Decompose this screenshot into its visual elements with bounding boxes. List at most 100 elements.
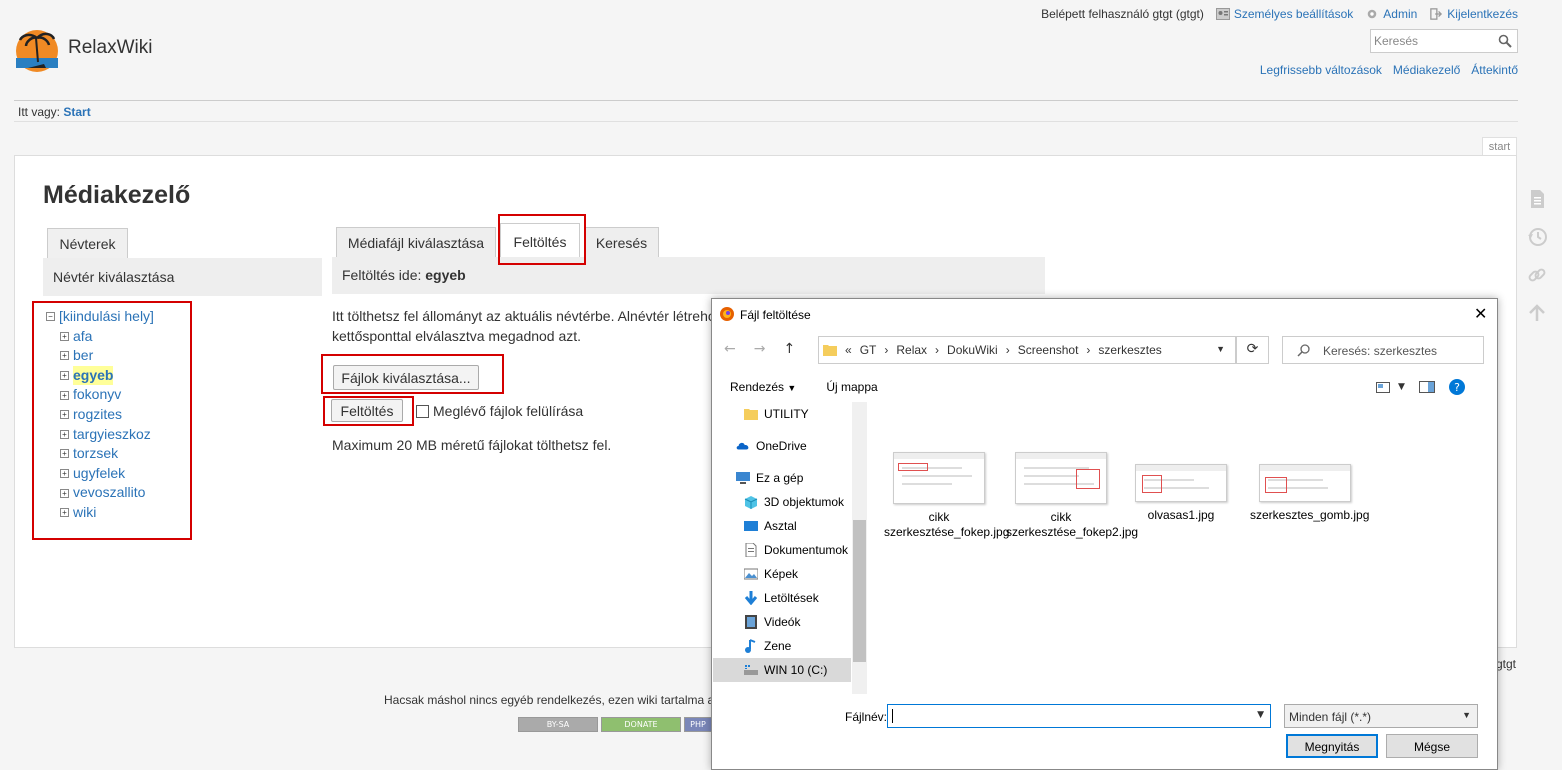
cube-icon [744,496,758,509]
nav-label: 3D objektumok [764,495,845,509]
path-segment-szerkesztes[interactable]: szerkesztes [1098,343,1161,357]
back-to-top-icon[interactable] [1526,302,1548,324]
php-badge[interactable]: PHP [684,717,712,732]
picture-icon [744,568,758,580]
cancel-button[interactable]: Mégse [1386,734,1478,758]
caret-down-icon[interactable]: ▼ [1398,382,1405,392]
dialog-title: Fájl feltöltése [740,308,811,322]
filename-input[interactable]: ▼ [887,704,1271,728]
backlinks-icon[interactable] [1526,264,1548,286]
filetype-select[interactable]: Minden fájl (*.*) ▼ [1284,704,1478,728]
site-logo-icon[interactable] [14,24,60,74]
path-segment-relax[interactable]: Relax [896,343,927,357]
nav-label: OneDrive [756,439,807,453]
breadcrumb-start-link[interactable]: Start [63,105,90,119]
organize-menu[interactable]: Rendezés ▼ [730,380,796,394]
up-arrow-icon[interactable]: ↑ [783,341,795,357]
breadcrumb-divider [14,121,1518,122]
site-title[interactable]: RelaxWiki [68,37,152,59]
nav-item-utility[interactable]: UTILITY [744,407,809,421]
search-placeholder: Keresés [1374,34,1419,48]
search-input[interactable]: Keresés [1370,29,1518,53]
gear-icon [1367,9,1377,19]
preview-pane-icon[interactable] [1418,381,1435,393]
file-item[interactable]: szerkesztes_gomb.jpg [1250,452,1369,523]
nav-item-onedrive[interactable]: OneDrive [736,439,807,453]
back-arrow-icon[interactable]: ← [724,341,736,357]
nav-label: Ez a gép [756,471,804,485]
new-folder-button[interactable]: Új mappa [826,380,877,394]
upload-help-line-1: Itt tölthetsz fel állományt az aktuális … [332,308,712,324]
donate-badge[interactable]: DONATE [601,717,681,732]
close-icon[interactable]: ✕ [1474,304,1487,323]
nav-label: Asztal [764,519,797,533]
nav-label: UTILITY [764,407,809,421]
search-icon [1297,344,1310,357]
header-divider [14,100,1518,101]
path-segment-dokuwiki[interactable]: DokuWiki [947,343,998,357]
user-settings-label: Személyes beállítások [1233,7,1354,21]
help-icon[interactable]: ? [1448,379,1465,395]
nav-item-this-pc[interactable]: Ez a gép [736,471,803,485]
firefox-icon [720,307,734,321]
nav-item-documents[interactable]: Dokumentumok [744,543,848,557]
chevron-right-icon: › [935,343,940,357]
chevron-down-icon[interactable]: ▼ [1216,344,1225,354]
file-thumbnail [893,452,985,504]
nav-item-videos[interactable]: Videók [744,615,800,629]
chevron-down-icon[interactable]: ▼ [1257,710,1264,720]
svg-text:?: ? [1454,381,1460,394]
dialog-search-input[interactable]: Keresés: szerkesztes [1282,336,1484,364]
admin-link[interactable]: Admin [1365,7,1417,21]
view-mode-icon[interactable] [1376,381,1390,393]
highlight-upload-button [323,396,414,426]
recent-changes-link[interactable]: Legfrissebb változások [1260,63,1382,77]
open-button[interactable]: Megnyitás [1286,734,1378,758]
path-segment-screenshot[interactable]: Screenshot [1018,343,1079,357]
refresh-icon: ⟳ [1246,341,1259,357]
nav-label: Képek [764,567,799,581]
user-settings-link[interactable]: Személyes beállítások [1215,7,1354,21]
nav-label: Dokumentumok [764,543,849,557]
dialog-nav-arrows: ← → ↑ [724,341,795,357]
file-item[interactable]: olvasas1.jpg [1126,452,1236,523]
path-segment-gt[interactable]: GT [860,343,877,357]
nav-label: WIN 10 (C:) [764,663,828,677]
sitemap-link[interactable]: Áttekintő [1471,63,1518,77]
upload-help-text: Itt tölthetsz fel állományt az aktuális … [332,306,712,346]
upload-help-line-2: kettősponttal elválasztva megadnod azt. [332,328,582,344]
tab-search[interactable]: Keresés [584,227,659,258]
nav-item-3d[interactable]: 3D objektumok [744,495,844,509]
file-item[interactable]: cikk szerkesztése_fokep.jpg [884,452,1009,540]
nav-item-music[interactable]: Zene [744,639,791,653]
overwrite-option[interactable]: Meglévő fájlok felülírása [416,403,583,419]
forward-arrow-icon[interactable]: → [754,341,766,357]
nav-item-desktop[interactable]: Asztal [744,519,797,533]
nav-item-pictures[interactable]: Képek [744,567,798,581]
nav-scroll-thumb[interactable] [853,520,866,662]
cc-by-sa-badge[interactable]: BY-SA [518,717,598,732]
organize-label: Rendezés [730,380,785,394]
revisions-icon[interactable] [1526,226,1548,248]
nav-item-drive-c[interactable]: WIN 10 (C:) [744,663,827,677]
file-item[interactable]: cikk szerkesztése_fokep2.jpg [1006,452,1138,540]
music-icon [745,639,756,653]
overwrite-checkbox[interactable] [416,404,429,418]
media-manager-link[interactable]: Médiakezelő [1393,63,1460,77]
view-controls: ▼ ? [1376,379,1465,395]
id-card-icon [1215,8,1230,20]
nav-label: Zene [764,639,792,653]
folder-icon [744,409,758,420]
path-prefix: « [845,343,852,357]
show-page-icon[interactable] [1526,188,1548,210]
nav-label: Videók [764,615,801,629]
logout-link[interactable]: Kijelentkezés [1429,7,1518,21]
search-icon[interactable] [1498,34,1512,48]
nav-item-downloads[interactable]: Letöltések [744,591,819,605]
address-bar[interactable]: « GT › Relax › DokuWiki › Screenshot › szerk… [818,336,1236,364]
namespace-select-header: Névtér kiválasztása [43,258,322,296]
tab-media-select[interactable]: Médiafájl kiválasztása [336,227,496,258]
upload-target-bar: Feltöltés ide: egyeb [332,257,1045,294]
tab-namespaces[interactable]: Névterek [47,228,128,258]
refresh-button[interactable]: ⟳ [1236,336,1269,364]
